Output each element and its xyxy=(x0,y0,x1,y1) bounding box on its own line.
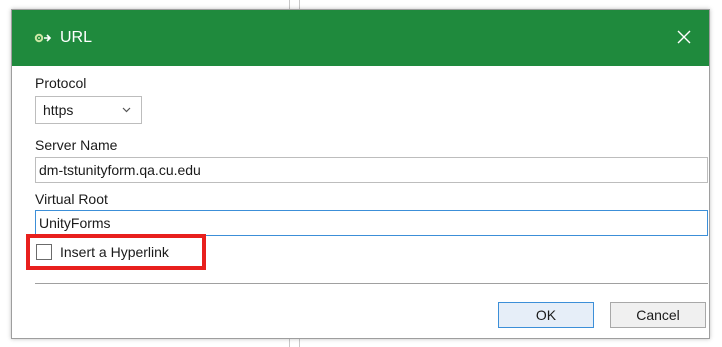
server-name-input[interactable] xyxy=(35,157,708,183)
cancel-button[interactable]: Cancel xyxy=(610,302,706,328)
dialog-title: URL xyxy=(60,29,93,46)
url-dialog: URL Protocol https Server Name Virtual R… xyxy=(11,9,710,339)
chevron-down-icon xyxy=(122,107,131,113)
dialog-separator xyxy=(35,283,708,284)
protocol-selected-value: https xyxy=(43,102,74,118)
virtual-root-label: Virtual Root xyxy=(35,191,108,207)
dialog-titlebar: URL xyxy=(12,10,709,66)
close-button[interactable] xyxy=(671,24,697,50)
insert-hyperlink-checkbox[interactable] xyxy=(36,244,52,260)
protocol-label: Protocol xyxy=(35,75,87,91)
gear-arrow-icon xyxy=(34,33,52,43)
protocol-select[interactable]: https xyxy=(35,96,142,124)
close-icon xyxy=(677,30,691,44)
virtual-root-input[interactable] xyxy=(35,210,708,236)
ok-button[interactable]: OK xyxy=(498,302,594,328)
insert-hyperlink-label[interactable]: Insert a Hyperlink xyxy=(60,243,169,261)
server-name-label: Server Name xyxy=(35,137,118,153)
